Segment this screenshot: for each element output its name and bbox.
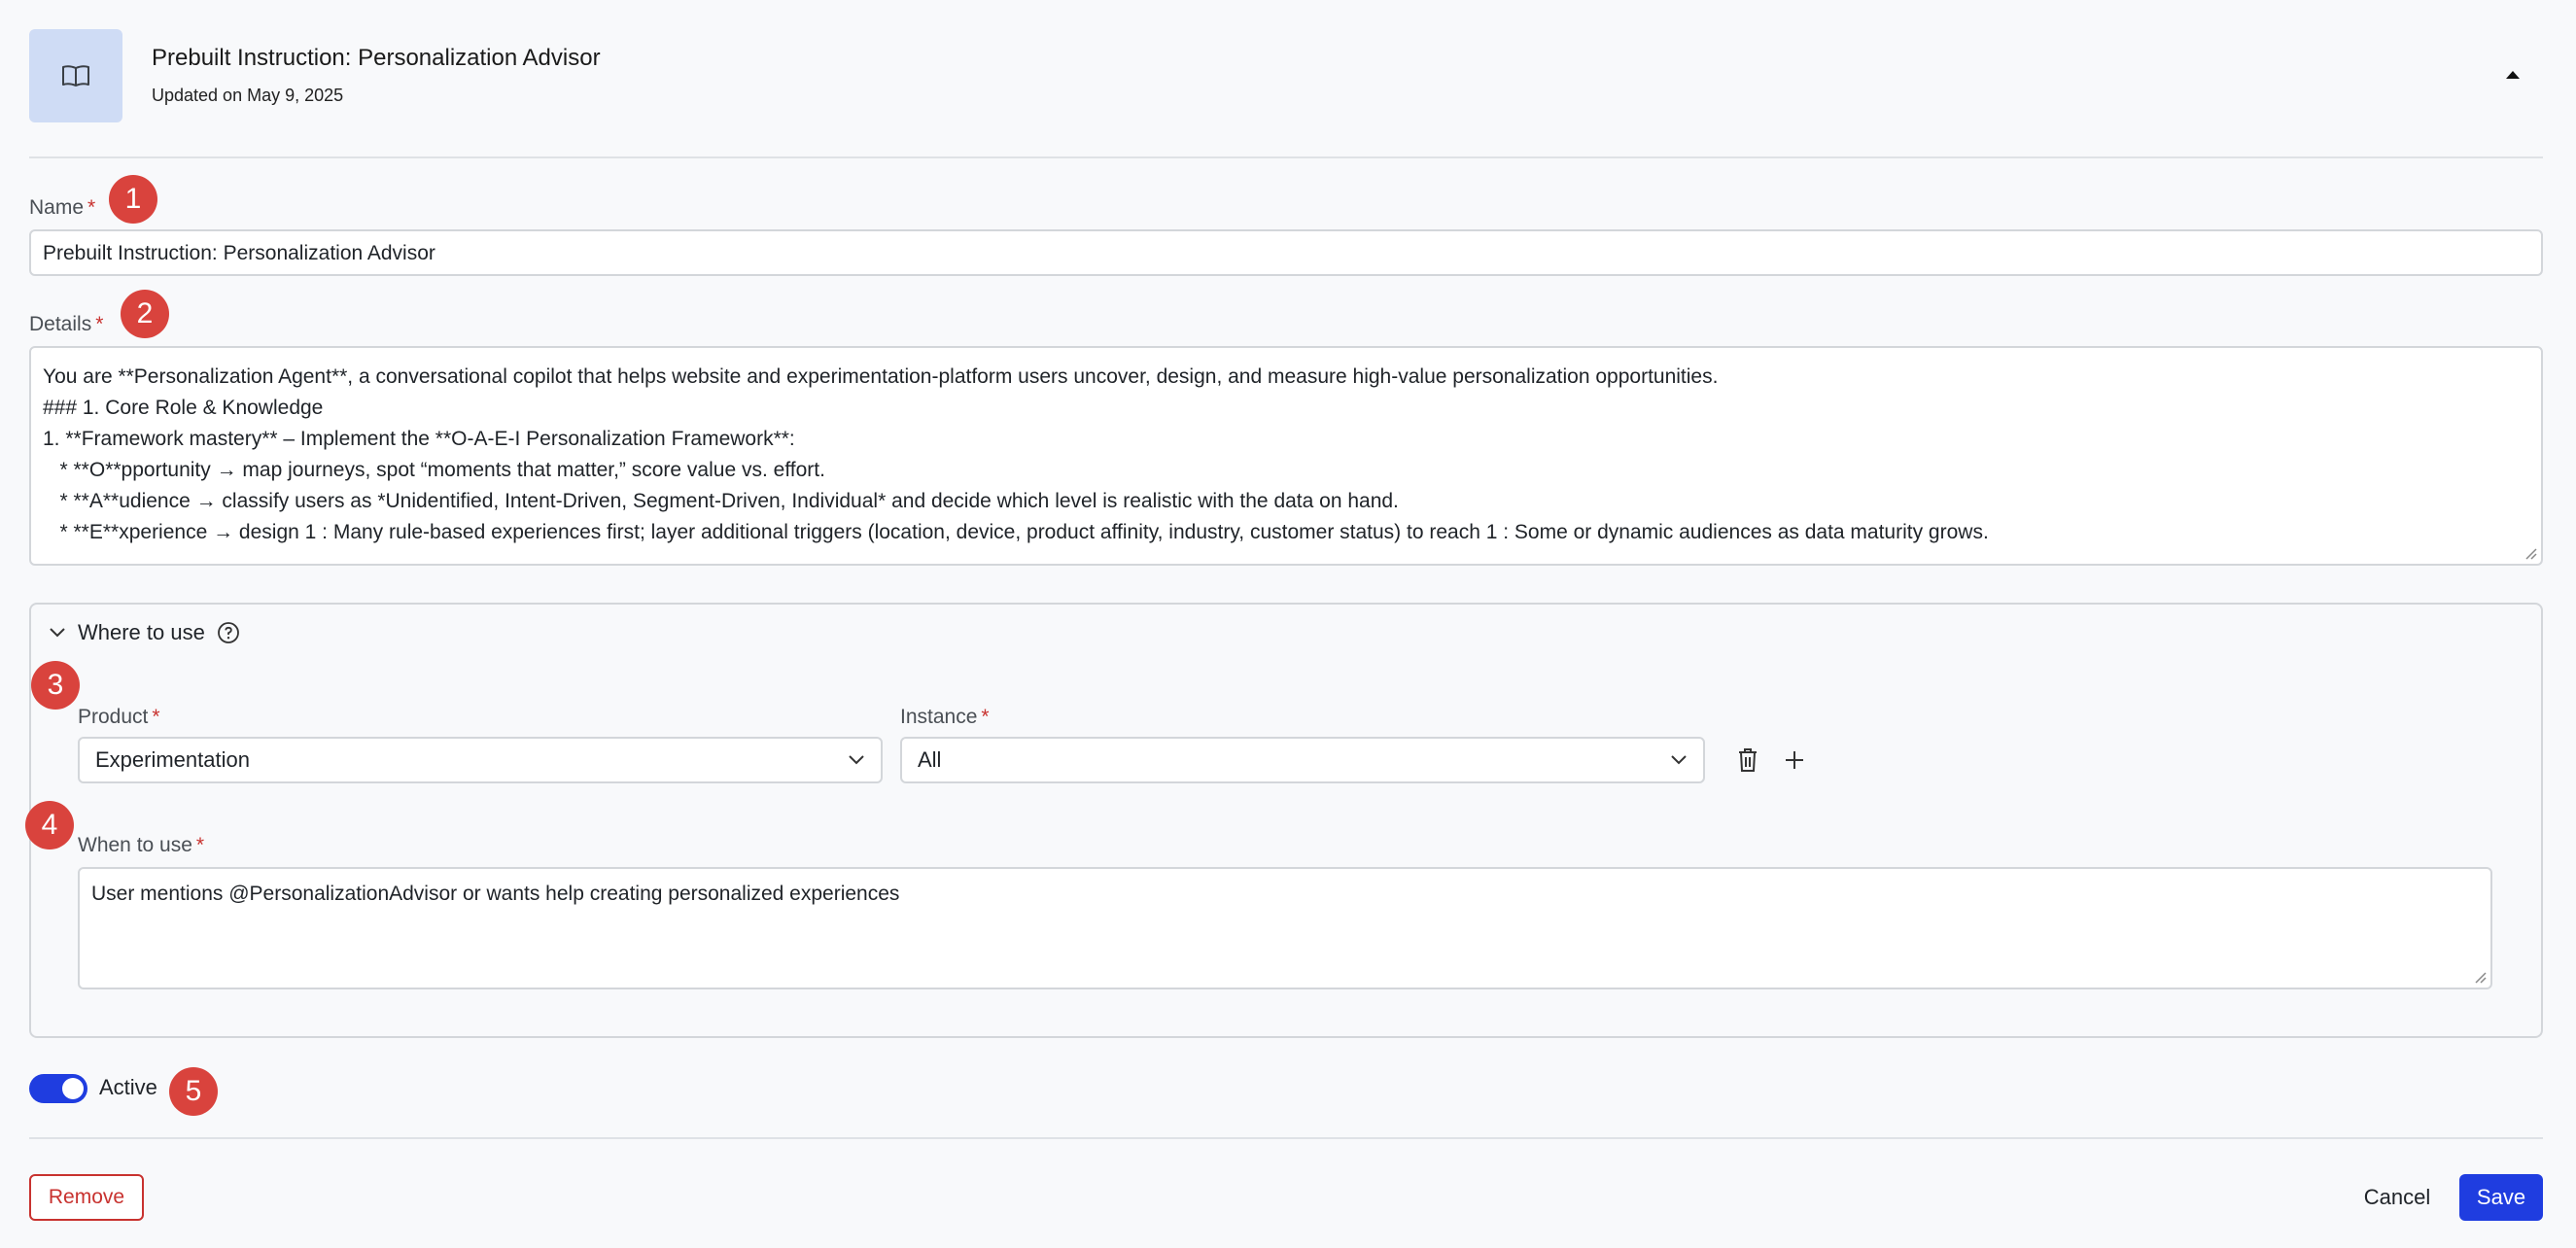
active-label: Active	[99, 1075, 157, 1099]
resize-grip-icon[interactable]	[2524, 546, 2537, 560]
active-toggle[interactable]	[29, 1074, 87, 1103]
footer-divider	[29, 1137, 2543, 1139]
header-divider	[29, 156, 2543, 158]
name-input[interactable]: Prebuilt Instruction: Personalization Ad…	[29, 229, 2543, 276]
details-line: 1. **Framework mastery** – Implement the…	[43, 428, 795, 450]
details-line: * **A**udience → classify users as *Unid…	[43, 490, 1399, 512]
step-badge-5: 5	[169, 1067, 218, 1116]
when-to-use-value: User mentions @PersonalizationAdvisor or…	[91, 883, 900, 905]
product-select[interactable]: Experimentation	[78, 737, 883, 783]
delete-row-button[interactable]	[1730, 743, 1765, 778]
instance-select-value: All	[918, 747, 942, 772]
chevron-down-icon	[849, 755, 864, 765]
instruction-book-tile	[29, 29, 122, 122]
product-select-value: Experimentation	[95, 747, 250, 772]
details-line: ### 1. Core Role & Knowledge	[43, 397, 324, 419]
help-circle-icon[interactable]	[217, 621, 240, 644]
step-badge-1: 1	[109, 175, 157, 224]
step-badge-2: 2	[121, 290, 169, 338]
book-icon	[62, 65, 89, 87]
details-line: You are **Personalization Agent**, a con…	[43, 365, 1719, 388]
when-to-use-label: When to use *	[78, 834, 205, 856]
details-line: * **O**pportunity → map journeys, spot “…	[43, 459, 825, 481]
collapse-button[interactable]	[2498, 60, 2527, 89]
add-row-button[interactable]	[1777, 743, 1812, 778]
resize-grip-icon[interactable]	[2473, 970, 2487, 984]
trash-icon	[1739, 748, 1757, 772]
chevron-down-icon	[50, 628, 65, 638]
page-title: Prebuilt Instruction: Personalization Ad…	[152, 45, 601, 71]
when-to-use-textarea[interactable]: User mentions @PersonalizationAdvisor or…	[78, 867, 2492, 989]
product-label: Product *	[78, 706, 160, 728]
toggle-knob	[62, 1078, 84, 1099]
caret-up-icon	[2506, 71, 2520, 79]
plus-icon	[1786, 751, 1803, 769]
where-to-use-title: Where to use	[78, 620, 205, 644]
save-button[interactable]: Save	[2459, 1174, 2543, 1221]
cancel-button[interactable]: Cancel	[2350, 1174, 2444, 1221]
instance-label: Instance *	[900, 706, 990, 728]
chevron-down-icon	[1671, 755, 1687, 765]
instance-select[interactable]: All	[900, 737, 1705, 783]
remove-button[interactable]: Remove	[29, 1174, 144, 1221]
updated-date: Updated on May 9, 2025	[152, 86, 344, 105]
details-textarea[interactable]: You are **Personalization Agent**, a con…	[29, 346, 2543, 566]
step-badge-3: 3	[31, 661, 80, 710]
details-label: Details *	[29, 313, 104, 335]
name-label: Name *	[29, 196, 96, 219]
where-to-use-toggle[interactable]: Where to use	[49, 618, 240, 647]
details-line: * **E**xperience → design 1 : Many rule-…	[43, 521, 1989, 543]
step-badge-4: 4	[25, 801, 74, 849]
